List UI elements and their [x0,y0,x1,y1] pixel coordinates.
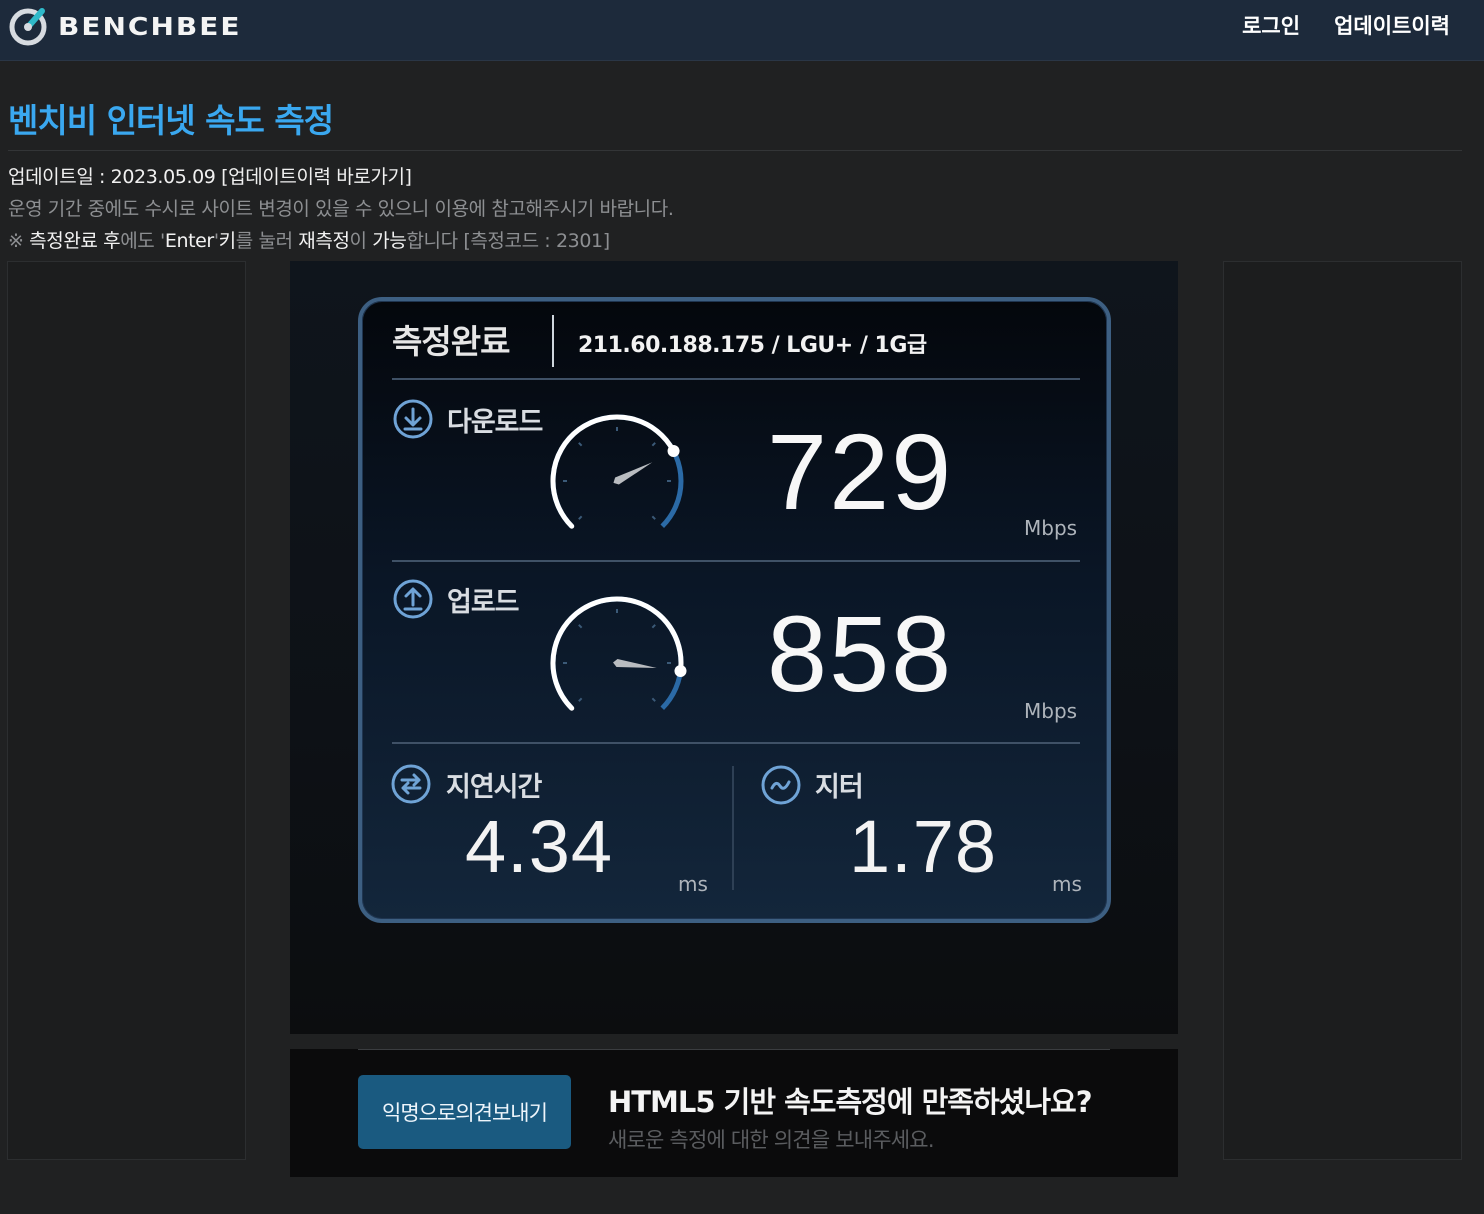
upload-gauge-fill [550,596,684,711]
benchbee-logo-icon [9,8,47,46]
latency-swap-icon [391,764,431,804]
upload-icon [393,579,433,619]
card-divider-bottom [392,742,1080,744]
upload-gauge [550,596,687,711]
upload-unit: Mbps [1024,699,1078,723]
download-gauge-fill [550,414,677,529]
login-link[interactable]: 로그인 [1242,10,1300,40]
tip-text-2: 에도 ' [120,230,165,252]
update-history-shortcut-link[interactable]: [업데이트이력 바로가기] [221,166,412,188]
download-gauge-tick [578,442,583,447]
download-unit: Mbps [1024,516,1078,540]
tip-text-9: 합니다 [측정코드 : 2301] [406,230,610,252]
latency-label: 지연시간 [446,772,542,803]
download-gauge-needle [613,462,653,485]
feedback-title: HTML5 기반 속도측정에 만족하셨나요? [608,1085,1093,1119]
top-nav: 로그인 업데이트이력 [1242,10,1450,40]
connection-info: 211.60.188.175 / LGU+ / 1G급 [578,333,927,358]
tip-text-5: 를 눌러 [235,230,299,252]
upload-gauge-tick [651,624,656,629]
download-icon [393,399,433,439]
tip-text-1: 측정완료 후 [29,230,121,252]
upload-gauge-marker [674,665,687,678]
tip-text-7: 이 [349,230,373,252]
anonymous-feedback-button[interactable]: 익명으로의견보내기 [358,1075,571,1149]
jitter-unit: ms [1052,872,1082,896]
feedback-divider [358,1049,1110,1050]
upload-value: 858 [767,593,954,714]
operation-notice: 운영 기간 중에도 수시로 사이트 변경이 있을 수 있으니 이용에 참고해주시… [8,198,674,220]
upload-label: 업로드 [447,587,520,618]
left-ad-panel [7,261,246,1160]
measurement-status: 측정완료 [392,322,510,361]
logo-text: BENCHBEE [58,11,242,41]
jitter-value: 1.78 [849,805,998,888]
download-gauge-tick [651,515,656,520]
upload-gauge-needle [613,659,657,669]
latency-jitter-divider [732,766,734,890]
update-date-text: 업데이트일 : 2023.05.09 [8,166,222,188]
tip-enter-key: Enter [164,230,214,252]
feedback-section: 익명으로의견보내기 HTML5 기반 속도측정에 만족하셨나요? 새로운 측정에… [290,1049,1178,1177]
tip-text-6: 재측정 [298,230,350,252]
feedback-subtitle: 새로운 측정에 대한 의견을 보내주세요. [608,1128,935,1152]
download-gauge-marker [667,445,680,458]
top-navigation-bar: BENCHBEE 로그인 업데이트이력 [0,0,1484,61]
tip-text-8: 가능 [372,230,407,252]
jitter-label: 지터 [815,772,864,803]
download-gauge-tick [578,515,583,520]
jitter-wave-icon [761,765,801,805]
status-divider [552,315,554,367]
latency-value: 4.34 [465,805,614,888]
benchbee-logo[interactable]: BENCHBEE [8,6,241,46]
update-date-line: 업데이트일 : 2023.05.09 [업데이트이력 바로가기] [8,162,412,189]
page-title: 벤치비 인터넷 속도 측정 [8,101,334,140]
download-gauge-tick [651,442,656,447]
result-card: 측정완료 211.60.188.175 / LGU+ / 1G급 다운로드 72… [358,297,1111,923]
card-divider-top [392,378,1080,380]
tip-mark: ※ [8,230,30,252]
update-history-link[interactable]: 업데이트이력 [1334,10,1450,40]
upload-gauge-tick [651,697,656,702]
tip-text-4: 키 [218,230,236,252]
card-divider-middle [392,560,1080,562]
title-divider [8,150,1462,151]
retest-tip: ※ 측정완료 후에도 'Enter'키를 눌러 재측정이 가능합니다 [측정코드… [8,226,610,253]
download-gauge [550,414,684,529]
download-label: 다운로드 [447,407,543,438]
download-value: 729 [767,411,954,532]
upload-gauge-tick [578,697,583,702]
latency-unit: ms [678,872,708,896]
right-ad-panel [1223,261,1462,1160]
upload-gauge-tick [578,624,583,629]
